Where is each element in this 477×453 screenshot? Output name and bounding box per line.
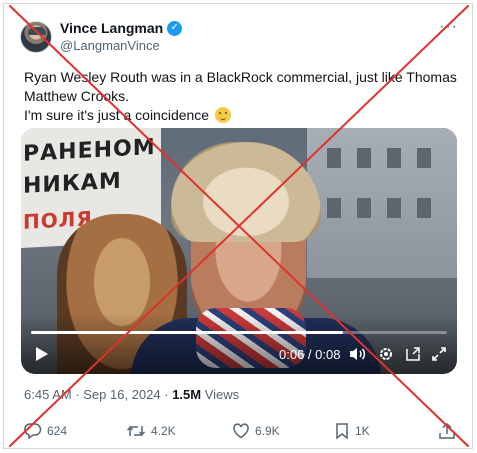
tweet-card: Vince Langman ✓ @LangmanVince ··· Ryan W… [3,3,473,449]
repost-button[interactable]: 4.2K [126,422,176,440]
reply-button[interactable]: 624 [24,422,67,440]
video-person-hair [171,142,321,242]
video-player[interactable]: РАНЕНОМ НИКАМ ПОЛЯ 0:06 / 0:08 [21,128,457,374]
video-controls: 0:06 / 0:08 [21,342,457,366]
bookmark-button[interactable]: 1K [334,422,370,440]
views-label: Views [201,387,240,402]
picture-in-picture-icon[interactable] [403,342,423,366]
tweet-actions: 624 4.2K 6.9K 1K [4,422,472,444]
video-progress-fill [31,331,343,334]
views-count: 1.5M [172,387,202,402]
share-icon [439,423,455,439]
tweet-time[interactable]: 6:45 AM [24,387,72,402]
video-time-current: 0:06 [279,346,305,362]
tweet-metadata: 6:45 AM · Sep 16, 2024 · 1.5M Views [24,387,239,402]
avatar[interactable] [20,21,52,53]
like-count: 6.9K [255,424,280,438]
verified-badge-icon: ✓ [167,20,183,36]
video-progress-bar[interactable] [31,331,447,334]
bookmark-count: 1K [355,424,370,438]
video-time-total: 0:08 [315,346,341,362]
fullscreen-icon[interactable] [429,342,449,366]
video-background-building [307,128,457,278]
tweet-text-line-2-text: I'm sure it's just a coincidence [24,107,210,123]
reply-icon [24,423,42,440]
like-button[interactable]: 6.9K [232,422,280,440]
sign-line-2: НИКАМ [23,168,122,199]
meta-separator: · [71,387,84,402]
repost-icon [126,426,146,436]
tweet-text: Ryan Wesley Routh was in a BlackRock com… [24,68,464,125]
video-time-separator: / [304,346,316,362]
video-time: 0:06 / 0:08 [279,342,340,366]
bookmark-icon [336,423,348,440]
author-name-row: Vince Langman ✓ [60,20,183,36]
tweet-date[interactable]: Sep 16, 2024 [83,387,160,402]
more-options-icon[interactable]: ··· [439,18,458,36]
volume-icon[interactable] [347,342,367,366]
meta-separator-2: · [160,387,173,402]
reply-count: 624 [47,424,68,438]
settings-gear-icon[interactable] [376,342,396,366]
relieved-face-emoji-icon [214,107,231,123]
author-handle[interactable]: @LangmanVince [60,38,160,53]
heart-icon [233,423,249,439]
tweet-text-line-1: Ryan Wesley Routh was in a BlackRock com… [24,69,457,104]
repost-count: 4.2K [151,424,176,438]
play-icon[interactable] [33,342,51,366]
share-button[interactable] [438,422,456,440]
author-display-name[interactable]: Vince Langman [60,20,163,36]
sign-line-1: РАНЕНОМ [23,134,156,167]
tweet-text-line-2: I'm sure it's just a coincidence [24,106,464,125]
